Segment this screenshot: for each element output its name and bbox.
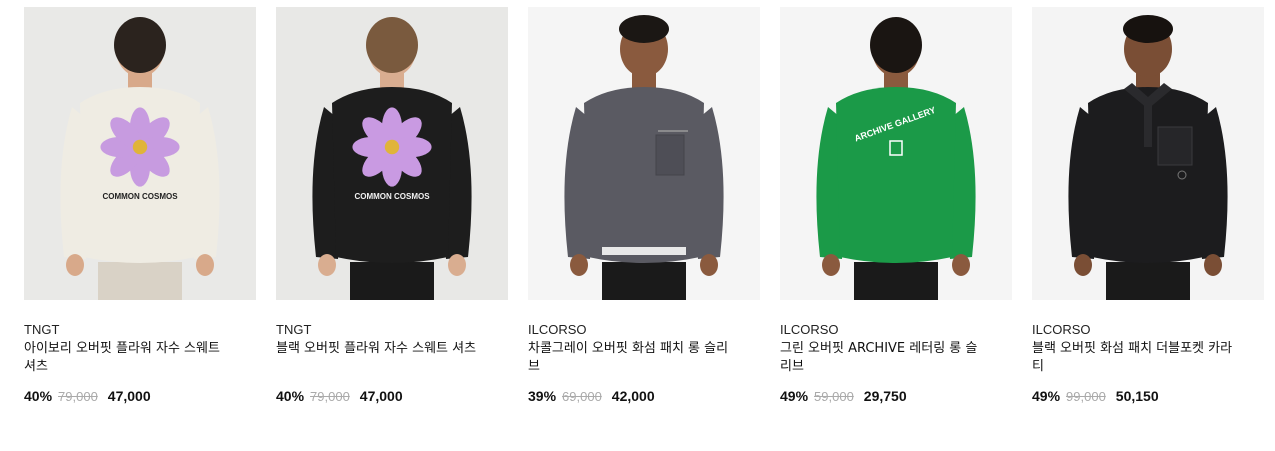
sale-price: 50,150 <box>1115 388 1159 404</box>
price-row: 40% 79,000 47,000 <box>24 388 256 404</box>
product-image[interactable]: COMMON COSMOSSIZE <box>24 7 256 300</box>
product-photo: COMMON COSMOS <box>60 17 220 300</box>
sale-price: 47,000 <box>359 388 403 404</box>
product-card[interactable]: SIZE ILCORSO 블랙 오버핏 화섬 패치 더블포켓 카라티 49% 9… <box>1032 7 1264 404</box>
product-brand[interactable]: TNGT <box>276 322 508 338</box>
original-price: 59,000 <box>814 389 854 404</box>
original-price: 69,000 <box>562 389 602 404</box>
discount-rate: 49% <box>780 388 809 404</box>
product-meta: ILCORSO 차콜그레이 오버핏 화섬 패치 롱 슬리브 39% 69,000… <box>528 300 760 404</box>
product-brand[interactable]: TNGT <box>24 322 256 338</box>
discount-rate: 40% <box>276 388 305 404</box>
product-meta: ILCORSO 블랙 오버핏 화섬 패치 더블포켓 카라티 49% 99,000… <box>1032 300 1264 404</box>
product-card[interactable]: SIZE ILCORSO 차콜그레이 오버핏 화섬 패치 롱 슬리브 39% 6… <box>528 7 760 404</box>
product-image[interactable]: SIZE <box>528 7 760 300</box>
product-photo <box>1068 15 1228 300</box>
price-row: 40% 79,000 47,000 <box>276 388 508 404</box>
product-grid: COMMON COSMOSSIZE TNGT 아이보리 오버핏 플라워 자수 스… <box>24 7 1264 404</box>
price-row: 49% 59,000 29,750 <box>780 388 1012 404</box>
product-card[interactable]: COMMON COSMOSSIZE TNGT 블랙 오버핏 플라워 자수 스웨트… <box>276 7 508 404</box>
product-card[interactable]: COMMON COSMOSSIZE TNGT 아이보리 오버핏 플라워 자수 스… <box>24 7 256 404</box>
sale-price: 29,750 <box>863 388 907 404</box>
product-meta: ILCORSO 그린 오버핏 ARCHIVE 레터링 롱 슬리브 49% 59,… <box>780 300 1012 404</box>
product-card[interactable]: ARCHIVE GALLERYSIZE ILCORSO 그린 오버핏 ARCHI… <box>780 7 1012 404</box>
product-brand[interactable]: ILCORSO <box>780 322 1012 338</box>
product-photo <box>564 15 724 300</box>
product-brand[interactable]: ILCORSO <box>528 322 760 338</box>
product-photo: COMMON COSMOS <box>312 17 472 300</box>
original-price: 79,000 <box>310 389 350 404</box>
discount-rate: 49% <box>1032 388 1061 404</box>
price-row: 49% 99,000 50,150 <box>1032 388 1264 404</box>
price-row: 39% 69,000 42,000 <box>528 388 760 404</box>
svg-text:COMMON COSMOS: COMMON COSMOS <box>102 192 178 201</box>
product-name[interactable]: 블랙 오버핏 화섬 패치 더블포켓 카라티 <box>1032 340 1240 376</box>
svg-text:COMMON COSMOS: COMMON COSMOS <box>354 192 430 201</box>
product-photo: ARCHIVE GALLERY <box>816 17 976 300</box>
product-name[interactable]: 아이보리 오버핏 플라워 자수 스웨트 셔츠 <box>24 340 232 376</box>
product-image[interactable]: ARCHIVE GALLERYSIZE <box>780 7 1012 300</box>
product-name[interactable]: 그린 오버핏 ARCHIVE 레터링 롱 슬리브 <box>780 340 988 376</box>
discount-rate: 39% <box>528 388 557 404</box>
product-name[interactable]: 차콜그레이 오버핏 화섬 패치 롱 슬리브 <box>528 340 736 376</box>
discount-rate: 40% <box>24 388 53 404</box>
sale-price: 42,000 <box>611 388 655 404</box>
sale-price: 47,000 <box>107 388 151 404</box>
product-meta: TNGT 블랙 오버핏 플라워 자수 스웨트 셔츠 40% 79,000 47,… <box>276 300 508 404</box>
product-image[interactable]: COMMON COSMOSSIZE <box>276 7 508 300</box>
product-image[interactable]: SIZE <box>1032 7 1264 300</box>
product-name[interactable]: 블랙 오버핏 플라워 자수 스웨트 셔츠 <box>276 340 484 376</box>
original-price: 99,000 <box>1066 389 1106 404</box>
original-price: 79,000 <box>58 389 98 404</box>
product-brand[interactable]: ILCORSO <box>1032 322 1264 338</box>
product-meta: TNGT 아이보리 오버핏 플라워 자수 스웨트 셔츠 40% 79,000 4… <box>24 300 256 404</box>
